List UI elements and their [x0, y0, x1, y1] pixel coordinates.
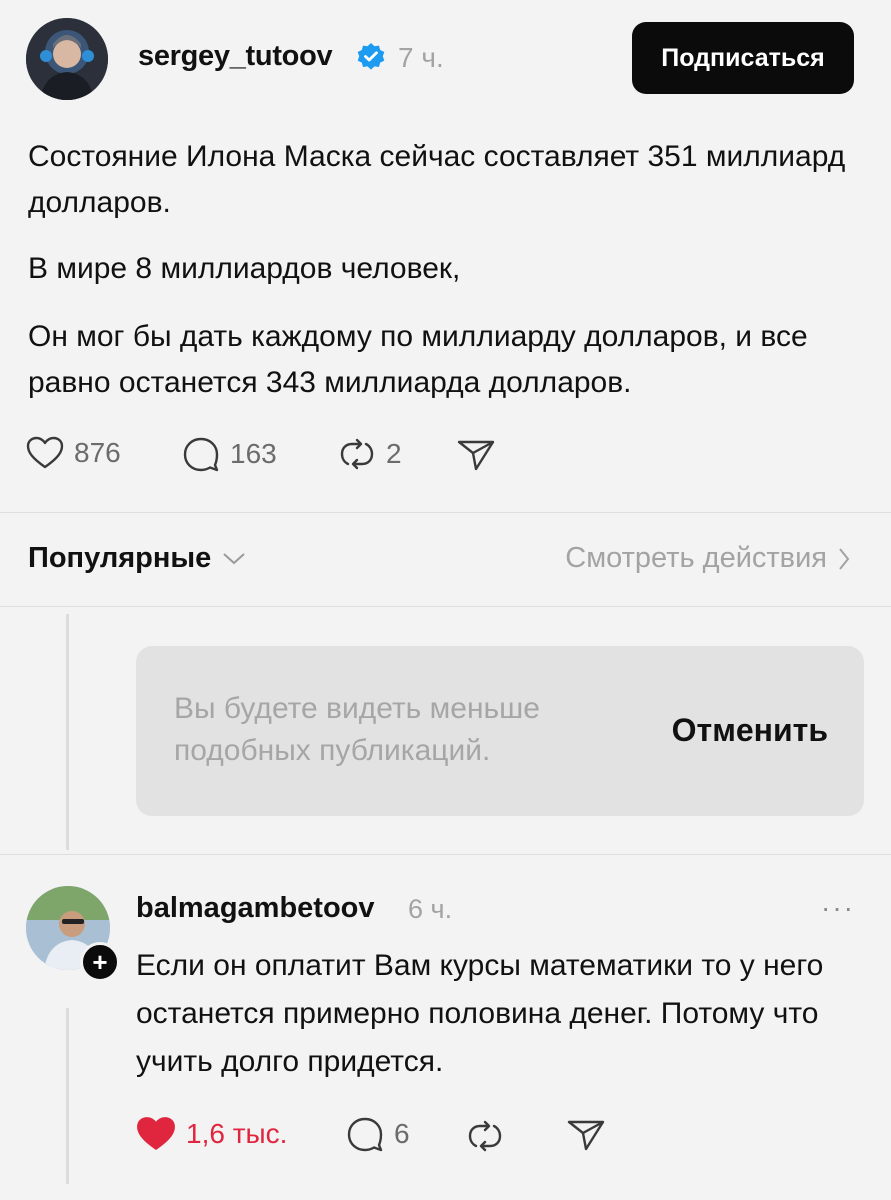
- sort-label: Популярные: [28, 542, 212, 574]
- post-paragraph: В мире 8 миллиардов человек,: [28, 252, 461, 285]
- verified-icon: [356, 42, 386, 72]
- more-icon[interactable]: ···: [821, 892, 855, 924]
- chevron-down-icon: [223, 552, 245, 564]
- reply-username[interactable]: balmagambetoov: [136, 892, 375, 925]
- comment-icon: [183, 437, 219, 472]
- share-icon: [567, 1120, 605, 1151]
- repost-icon: [468, 1120, 502, 1152]
- reply-like-button[interactable]: 1,6 тыс.: [136, 1116, 287, 1152]
- divider: [0, 606, 891, 607]
- reply-comment-button[interactable]: 6: [346, 1116, 410, 1152]
- sort-dropdown[interactable]: Популярные: [28, 542, 247, 575]
- reply-like-count: 1,6 тыс.: [186, 1118, 288, 1149]
- reply-time: 6 ч.: [408, 894, 453, 924]
- like-button[interactable]: 876: [26, 436, 121, 470]
- thread-line: [66, 1008, 69, 1184]
- reply-repost-button[interactable]: [466, 1118, 504, 1154]
- reply-comment-count: 6: [394, 1118, 410, 1149]
- repost-count: 2: [386, 438, 402, 469]
- post-paragraph: Он мог бы дать каждому по миллиарду долл…: [28, 320, 808, 399]
- undo-button[interactable]: Отменить: [672, 712, 828, 749]
- repost-icon: [340, 438, 374, 470]
- view-activity-label: Смотреть действия: [565, 542, 827, 574]
- comment-icon: [347, 1117, 383, 1152]
- notice-text: Вы будете видеть меньше подобных публика…: [174, 692, 540, 767]
- heart-icon: [137, 1117, 175, 1150]
- post-paragraph: Состояние Илона Маска сейчас составляет …: [28, 140, 846, 219]
- divider: [0, 854, 891, 855]
- share-button[interactable]: [456, 438, 496, 472]
- hidden-post-notice: Вы будете видеть меньше подобных публика…: [136, 646, 864, 816]
- follow-plus-icon[interactable]: +: [80, 942, 120, 982]
- reply-text: Если он оплатит Вам курсы математики то …: [136, 949, 824, 1078]
- like-count: 876: [74, 437, 121, 468]
- thread-line: [66, 614, 69, 850]
- author-username[interactable]: sergey_tutoov: [138, 40, 333, 73]
- post-time: 7 ч.: [398, 42, 444, 73]
- author-avatar[interactable]: [26, 18, 108, 100]
- comment-button[interactable]: 163: [182, 436, 277, 472]
- chevron-right-icon: [839, 547, 850, 570]
- comment-count: 163: [230, 438, 277, 469]
- subscribe-button[interactable]: Подписаться: [632, 22, 854, 94]
- repost-button[interactable]: 2: [338, 436, 402, 472]
- view-activity-link[interactable]: Смотреть действия: [565, 542, 851, 575]
- reply-share-button[interactable]: [566, 1118, 606, 1152]
- heart-icon: [26, 436, 64, 469]
- divider: [0, 512, 891, 513]
- share-icon: [457, 440, 495, 471]
